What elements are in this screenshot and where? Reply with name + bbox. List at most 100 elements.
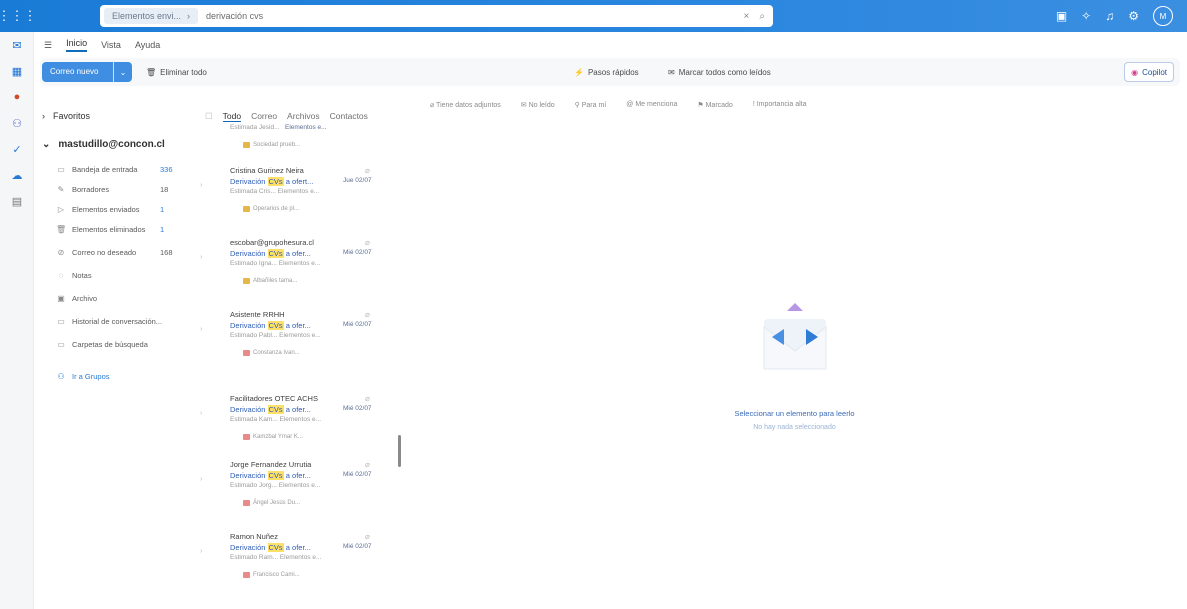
category-label: Kamzbal Ymar K... <box>253 434 303 440</box>
filter-label: Para mí <box>581 102 607 109</box>
category-chip[interactable]: Albañiles tama... <box>239 276 301 286</box>
message-preview: Estimada Cris... Elementos e... <box>230 188 320 195</box>
attachment-icon: ⌀ <box>365 460 370 469</box>
search-scope-chip[interactable]: Elementos envi... › <box>104 8 199 24</box>
folder-pane: › Favoritos ⌄ mastudillo@concon.cl ▭ Ban… <box>34 96 204 609</box>
scope-chevron-icon: › <box>187 11 191 21</box>
favorites-header[interactable]: › Favoritos <box>42 111 90 121</box>
category-label: Sociedad prueb... <box>253 142 301 148</box>
sent-icon: ▷ <box>57 204 65 214</box>
search-icon[interactable]: ⌕ <box>759 11 765 22</box>
filter-mail[interactable]: Correo <box>251 111 277 121</box>
folder-label: Carpetas de búsqueda <box>72 339 148 349</box>
list-item[interactable]: › Ramon Nuñez ⌀ Derivación CVs a ofer...… <box>200 530 400 602</box>
reading-pane: Seleccionar un elemento para leerlo No h… <box>402 123 1187 603</box>
list-item[interactable]: › Asistente RRHH ⌀ Derivación CVs a ofer… <box>200 308 400 380</box>
filter-attachments[interactable]: ⌀ Tiene datos adjuntos <box>430 101 501 109</box>
filter-unread[interactable]: ✉ No leído <box>521 101 555 109</box>
folder-label: Borradores <box>72 184 110 194</box>
folder-inbox[interactable]: ▭ Bandeja de entrada 336 <box>56 162 172 176</box>
filter-contacts[interactable]: Contactos <box>330 111 368 121</box>
subject-text: Derivación <box>230 177 268 186</box>
category-chip[interactable]: Constanza Ivan... <box>239 348 304 358</box>
folder-conversation-history[interactable]: ▭ Historial de conversación... <box>56 314 162 328</box>
category-chip[interactable]: Sociedad prueb... <box>239 140 304 150</box>
teams-icon[interactable]: ⚇ <box>0 110 34 136</box>
folder-sent[interactable]: ▷ Elementos enviados 1 <box>56 202 164 216</box>
meet-now-icon[interactable]: ▣ <box>1056 9 1067 23</box>
folder-junk[interactable]: ⊘ Correo no deseado 168 <box>56 245 173 259</box>
account-header[interactable]: ⌄ mastudillo@concon.cl <box>42 139 165 150</box>
message-date: Mié 02/07 <box>343 543 372 550</box>
folder-archive[interactable]: ▣ Archivo <box>56 291 97 305</box>
filter-flagged[interactable]: ⚑ Marcado <box>697 101 732 109</box>
mail-icon[interactable]: ✉ <box>0 32 34 58</box>
folder-count: 168 <box>160 247 173 257</box>
tab-ayuda[interactable]: Ayuda <box>135 40 160 50</box>
chevron-down-icon[interactable]: ⌄ <box>114 68 132 77</box>
attachment-icon: ⌀ <box>365 166 370 175</box>
clear-search-icon[interactable]: × <box>744 11 750 22</box>
category-chip[interactable]: Ángel Jesús Du... <box>239 498 304 508</box>
delete-all-button[interactable]: 🗑 Eliminar todo <box>146 68 207 77</box>
search-folder-icon: ▭ <box>57 339 65 349</box>
category-chip[interactable]: Francisco Cami... <box>239 570 304 580</box>
folder-search-folders[interactable]: ▭ Carpetas de búsqueda <box>56 337 148 351</box>
todo-icon[interactable]: ✓ <box>0 136 34 162</box>
list-item[interactable]: Estimada Jesid... Elementos e... Socieda… <box>205 122 400 162</box>
new-mail-label: Correo nuevo <box>42 62 114 82</box>
filter-to-me[interactable]: ⚲ Para mí <box>575 101 607 109</box>
message-date: Mié 02/07 <box>343 405 372 412</box>
subject-text: Derivación <box>230 471 268 480</box>
category-label: Francisco Cami... <box>253 572 300 578</box>
search-input[interactable]: derivación cvs <box>206 11 263 21</box>
menu-icon[interactable]: ☰ <box>44 40 52 51</box>
filter-files[interactable]: Archivos <box>287 111 320 121</box>
folder-drafts[interactable]: ✎ Borradores 18 <box>56 182 169 196</box>
new-mail-button[interactable]: Correo nuevo ⌄ <box>42 62 132 82</box>
quick-steps-button[interactable]: ⚡ Pasos rápidos <box>574 68 639 77</box>
subject-text: a ofer... <box>283 471 311 480</box>
contacts-icon[interactable]: ● <box>0 84 34 110</box>
list-scrollbar[interactable] <box>398 435 401 467</box>
tab-inicio[interactable]: Inicio <box>66 38 88 52</box>
whats-new-icon[interactable]: ✧ <box>1081 9 1091 23</box>
top-bar: ⋮⋮⋮ Elementos envi... › derivación cvs ×… <box>0 0 1187 32</box>
filter-important[interactable]: ! Importancia alta <box>753 101 807 109</box>
mark-all-read-button[interactable]: ✉ Marcar todos como leídos <box>668 68 771 77</box>
app-launcher-icon[interactable]: ⋮⋮⋮ <box>0 0 37 32</box>
copilot-button[interactable]: ◉ Copilot <box>1124 62 1174 82</box>
more-apps-icon[interactable]: ▤ <box>0 188 34 214</box>
message-preview: Estimado Pabl... Elementos e... <box>230 332 321 339</box>
folder-notes[interactable]: ◌ Notas <box>56 268 92 282</box>
go-to-groups-link[interactable]: ⚇ Ir a Grupos <box>56 369 109 383</box>
filter-mentions[interactable]: @ Me menciona <box>626 101 677 109</box>
select-all-checkbox[interactable]: ☐ <box>205 111 213 122</box>
search-box[interactable]: Elementos envi... › derivación cvs × ⌕ <box>100 5 773 27</box>
empty-state-subtitle: No hay nada seleccionado <box>753 424 836 431</box>
chevron-right-icon: › <box>200 326 203 333</box>
folder-deleted[interactable]: 🗑 Elementos eliminados 1 <box>56 222 164 236</box>
onedrive-icon[interactable]: ☁ <box>0 162 34 188</box>
filter-all[interactable]: Todo <box>222 111 242 122</box>
list-item[interactable]: › escobar@grupohesura.cl ⌀ Derivación CV… <box>200 236 400 308</box>
tab-vista[interactable]: Vista <box>101 40 121 50</box>
drafts-icon: ✎ <box>57 184 65 194</box>
subject-text: a ofer... <box>283 405 311 414</box>
filter-label: Importancia alta <box>756 101 807 108</box>
settings-icon[interactable]: ⚙ <box>1128 9 1139 23</box>
message-sender: Asistente RRHH <box>230 310 285 319</box>
list-item[interactable]: › Facilitadores OTEC ACHS ⌀ Derivación C… <box>200 392 400 464</box>
message-sender: escobar@grupohesura.cl <box>230 238 314 247</box>
list-item[interactable]: › Jorge Fernandez Urrutia ⌀ Derivación C… <box>200 458 400 530</box>
avatar[interactable]: M <box>1153 6 1173 26</box>
list-item[interactable]: › Cristina Gurinez Neira ⌀ Derivación CV… <box>200 164 400 236</box>
notifications-icon[interactable]: ♫ <box>1105 9 1114 23</box>
chevron-right-icon: › <box>42 111 45 121</box>
copilot-label: Copilot <box>1142 67 1167 77</box>
category-chip[interactable]: Operarios de pl... <box>239 204 303 214</box>
attachment-icon: ⌀ <box>365 310 370 319</box>
calendar-icon[interactable]: ▦ <box>0 58 34 84</box>
chevron-right-icon: › <box>200 254 203 261</box>
category-chip[interactable]: Kamzbal Ymar K... <box>239 432 307 442</box>
